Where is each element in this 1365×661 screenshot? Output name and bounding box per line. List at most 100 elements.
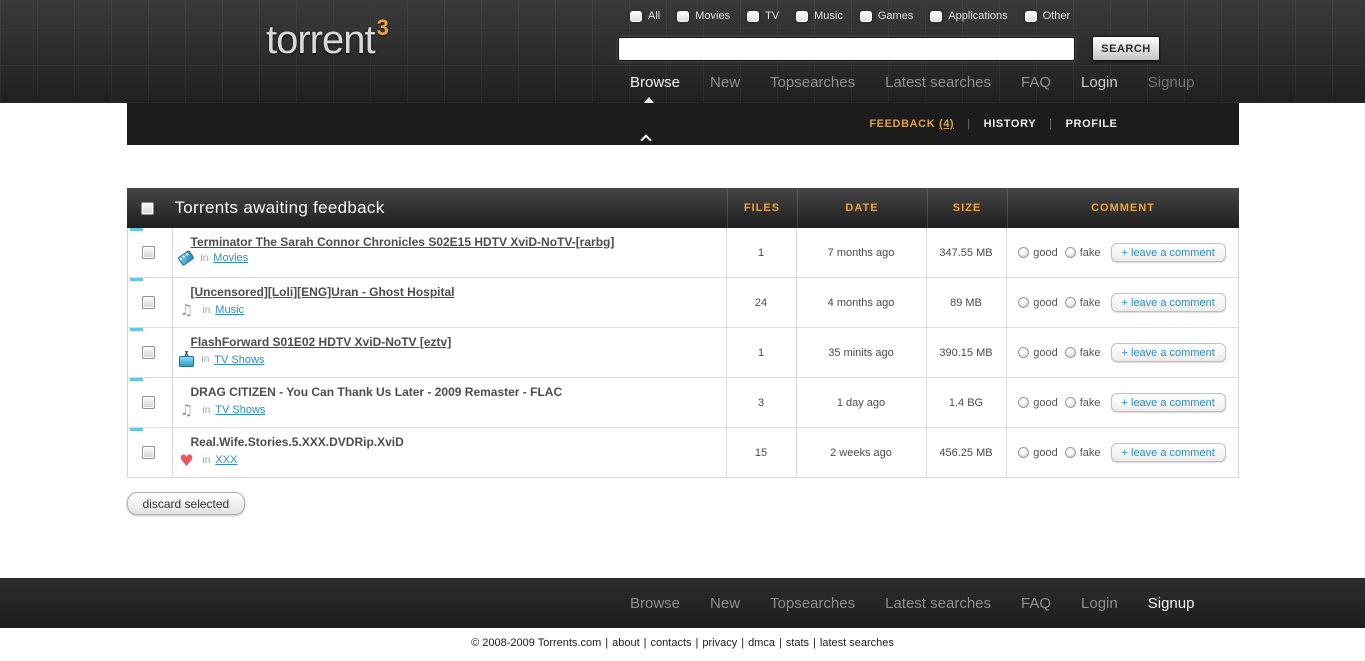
- chevron-up-icon: [640, 134, 651, 145]
- torrent-category-line: in TV Shows: [177, 352, 726, 367]
- torrent-row: FlashForward S01E02 HDTV XviD-NoTV [eztv…: [128, 328, 1238, 378]
- fake-label: fake: [1080, 247, 1101, 259]
- separator: |: [696, 637, 699, 649]
- nav-item[interactable]: Login: [1081, 74, 1118, 91]
- category-link[interactable]: XXX: [215, 454, 237, 466]
- torrent-title-link[interactable]: [Uncensored][Loli][ENG]Uran - Ghost Hosp…: [191, 285, 726, 299]
- footer-nav-item[interactable]: Signup: [1148, 595, 1195, 612]
- music-icon: [179, 402, 195, 418]
- leave-comment-button[interactable]: + leave a comment: [1111, 343, 1226, 362]
- leave-comment-button[interactable]: + leave a comment: [1111, 393, 1226, 412]
- feedback-count[interactable]: (4): [939, 118, 954, 130]
- row-checkbox[interactable]: [142, 396, 155, 409]
- in-label: in: [202, 354, 210, 365]
- filter-checkbox-item[interactable]: All: [630, 10, 660, 22]
- filter-checkbox-item[interactable]: Movies: [677, 10, 730, 22]
- profile-link[interactable]: PROFILE: [1066, 118, 1118, 130]
- date-added: 1 day ago: [796, 378, 926, 427]
- search-input[interactable]: [618, 37, 1075, 61]
- fake-radio[interactable]: [1065, 447, 1076, 458]
- footer-link[interactable]: about: [612, 637, 640, 649]
- search-button[interactable]: SEARCH: [1092, 36, 1160, 61]
- footer-nav-item[interactable]: FAQ: [1021, 595, 1051, 612]
- row-checkbox[interactable]: [142, 246, 155, 259]
- filter-label: Applications: [948, 10, 1007, 22]
- leave-comment-button[interactable]: + leave a comment: [1111, 443, 1226, 462]
- history-link[interactable]: HISTORY: [984, 118, 1037, 130]
- checkbox-icon[interactable]: [860, 11, 872, 22]
- footer-nav-item[interactable]: New: [710, 595, 740, 612]
- checkbox-icon[interactable]: [747, 11, 759, 22]
- nav-item[interactable]: FAQ: [1021, 74, 1051, 91]
- footer-nav-item[interactable]: Login: [1081, 595, 1118, 612]
- row-checkbox[interactable]: [142, 296, 155, 309]
- fake-radio[interactable]: [1065, 347, 1076, 358]
- site-header: torrent3 All Movies TV Music: [0, 0, 1365, 103]
- feedback-link[interactable]: FEEDBACK (4): [869, 118, 954, 130]
- torrent-category-line: in XXX: [177, 452, 726, 468]
- torrent-title-link[interactable]: Terminator The Sarah Connor Chronicles S…: [191, 235, 726, 249]
- separator: |: [1049, 118, 1052, 130]
- fake-label: fake: [1080, 297, 1101, 309]
- good-radio[interactable]: [1018, 447, 1029, 458]
- torrent-title-link[interactable]: FlashForward S01E02 HDTV XviD-NoTV [eztv…: [191, 335, 726, 349]
- torrent-title-link[interactable]: DRAG CITIZEN - You Can Thank Us Later - …: [191, 385, 726, 399]
- select-all-checkbox[interactable]: [141, 202, 154, 215]
- new-indicator: [130, 428, 143, 431]
- good-radio[interactable]: [1018, 347, 1029, 358]
- checkbox-icon[interactable]: [1025, 11, 1037, 22]
- footer-nav-item[interactable]: Topsearches: [770, 595, 855, 612]
- tv-icon: [179, 356, 194, 367]
- category-filters: All Movies TV Music Games: [630, 10, 1070, 22]
- category-link[interactable]: Movies: [213, 252, 248, 264]
- discard-selected-button[interactable]: discard selected: [127, 492, 246, 515]
- torrent-size: 456.25 MB: [926, 428, 1006, 477]
- footer-link[interactable]: contacts: [651, 637, 692, 649]
- footer-nav-item[interactable]: Latest searches: [885, 595, 991, 612]
- checkbox-icon[interactable]: [677, 11, 689, 22]
- fake-radio[interactable]: [1065, 247, 1076, 258]
- footer-link[interactable]: latest searches: [820, 637, 894, 649]
- leave-comment-button[interactable]: + leave a comment: [1111, 243, 1226, 262]
- good-radio[interactable]: [1018, 297, 1029, 308]
- fake-radio[interactable]: [1065, 297, 1076, 308]
- checkbox-icon[interactable]: [630, 11, 642, 22]
- filter-checkbox-item[interactable]: Applications: [930, 10, 1007, 22]
- nav-item[interactable]: Latest searches: [885, 74, 991, 91]
- nav-item[interactable]: Topsearches: [770, 74, 855, 91]
- torrent-title-link[interactable]: Real.Wife.Stories.5.XXX.DVDRip.XviD: [191, 435, 726, 449]
- checkbox-icon[interactable]: [930, 11, 942, 22]
- row-checkbox[interactable]: [142, 346, 155, 359]
- date-added: 35 minits ago: [796, 328, 926, 377]
- checkbox-icon[interactable]: [796, 11, 808, 22]
- separator: |: [813, 637, 816, 649]
- separator: |: [741, 637, 744, 649]
- leave-comment-button[interactable]: + leave a comment: [1111, 293, 1226, 312]
- copyright-text: © 2008-2009 Torrents.com: [471, 637, 601, 649]
- row-checkbox[interactable]: [142, 446, 155, 459]
- comment-cell: good fake + leave a comment: [1006, 428, 1238, 477]
- nav-item[interactable]: Signup: [1148, 74, 1195, 91]
- filter-checkbox-item[interactable]: Games: [860, 10, 913, 22]
- files-count: 3: [726, 378, 796, 427]
- comment-cell: good fake + leave a comment: [1006, 328, 1238, 377]
- nav-item[interactable]: Browse: [630, 74, 680, 91]
- filter-checkbox-item[interactable]: Other: [1025, 10, 1071, 22]
- good-radio[interactable]: [1018, 247, 1029, 258]
- good-radio[interactable]: [1018, 397, 1029, 408]
- nav-item[interactable]: New: [710, 74, 740, 91]
- collapse-panel-control[interactable]: [639, 134, 653, 142]
- torrent-size: 1.4 BG: [926, 378, 1006, 427]
- category-link[interactable]: Music: [215, 304, 244, 316]
- footer-nav-item[interactable]: Browse: [630, 595, 680, 612]
- footer-link[interactable]: dmca: [748, 637, 775, 649]
- filter-checkbox-item[interactable]: TV: [747, 10, 779, 22]
- filter-checkbox-item[interactable]: Music: [796, 10, 843, 22]
- filter-label: TV: [765, 10, 779, 22]
- category-link[interactable]: TV Shows: [214, 354, 264, 366]
- category-link[interactable]: TV Shows: [215, 404, 265, 416]
- comment-cell: good fake + leave a comment: [1006, 378, 1238, 427]
- footer-link[interactable]: stats: [786, 637, 809, 649]
- fake-radio[interactable]: [1065, 397, 1076, 408]
- footer-link[interactable]: privacy: [702, 637, 737, 649]
